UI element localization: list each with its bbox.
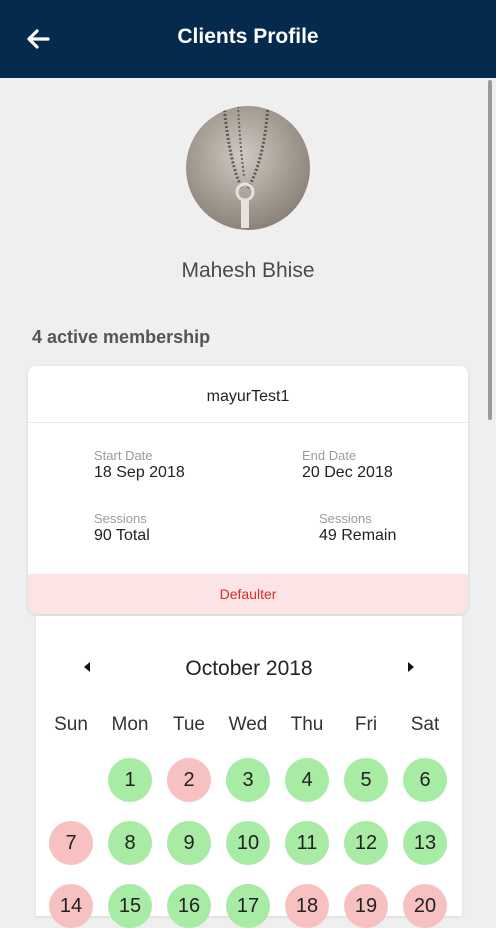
app-bar: Clients Profile [0, 0, 496, 78]
weekday-sat: Sat [410, 714, 440, 735]
calendar-day[interactable]: 15 [108, 884, 152, 928]
weekday-thu: Thu [290, 714, 324, 735]
calendar-day[interactable]: 12 [344, 821, 388, 865]
sessions-remain-label: Sessions [319, 511, 372, 526]
client-name: Mahesh Bhise [181, 259, 315, 282]
calendar-day[interactable]: 20 [403, 884, 447, 928]
sessions-remain-value: 49 Remain [319, 527, 397, 544]
calendar-month: October 2018 [185, 657, 313, 680]
start-date-label: Start Date [94, 448, 153, 463]
calendar-day[interactable]: 13 [403, 821, 447, 865]
attendance-calendar: October 2018 Sun Mon Tue Wed Thu Fri Sat 12345… [36, 616, 462, 928]
calendar-day[interactable]: 17 [226, 884, 270, 928]
sessions-total-field: Sessions 90 Total [94, 511, 150, 545]
weekday-sun: Sun [54, 714, 88, 735]
membership-count: 4 active membership [32, 327, 211, 347]
calendar-day[interactable]: 16 [167, 884, 211, 928]
calendar-day[interactable]: 2 [167, 758, 211, 802]
avatar [186, 106, 310, 230]
end-date-field: End Date 20 Dec 2018 [302, 448, 393, 482]
calendar-day[interactable]: 1 [108, 758, 152, 802]
membership-card[interactable]: mayurTest1 Start Date 18 Sep 2018 End Da… [28, 366, 468, 614]
calendar-day[interactable]: 10 [226, 821, 270, 865]
calendar-day[interactable]: 18 [285, 884, 329, 928]
weekday-fri: Fri [354, 714, 378, 735]
calendar-day[interactable]: 7 [49, 821, 93, 865]
end-date-value: 20 Dec 2018 [302, 464, 393, 481]
sessions-total-value: 90 Total [94, 527, 150, 544]
calendar-day[interactable]: 19 [344, 884, 388, 928]
weekday-wed: Wed [228, 714, 268, 735]
start-date-field: Start Date 18 Sep 2018 [94, 448, 185, 482]
membership-name: mayurTest1 [28, 366, 468, 423]
calendar-day[interactable]: 8 [108, 821, 152, 865]
calendar-day[interactable]: 11 [285, 821, 329, 865]
chevron-right-icon[interactable] [402, 656, 420, 678]
end-date-label: End Date [302, 448, 357, 463]
calendar-day[interactable]: 4 [285, 758, 329, 802]
page-title: Clients Profile [177, 25, 319, 48]
calendar-day[interactable]: 3 [226, 758, 270, 802]
sessions-total-label: Sessions [94, 511, 147, 526]
weekday-tue: Tue [172, 714, 206, 735]
weekday-mon: Mon [111, 714, 149, 735]
sessions-remain-field: Sessions 49 Remain [319, 511, 396, 545]
status-badge: Defaulter [28, 574, 468, 614]
calendar-day[interactable]: 6 [403, 758, 447, 802]
calendar-day[interactable]: 9 [167, 821, 211, 865]
start-date-value: 18 Sep 2018 [94, 464, 185, 481]
calendar-day[interactable]: 14 [49, 884, 93, 928]
scrollbar-thumb[interactable] [488, 80, 492, 420]
calendar-day[interactable]: 5 [344, 758, 388, 802]
